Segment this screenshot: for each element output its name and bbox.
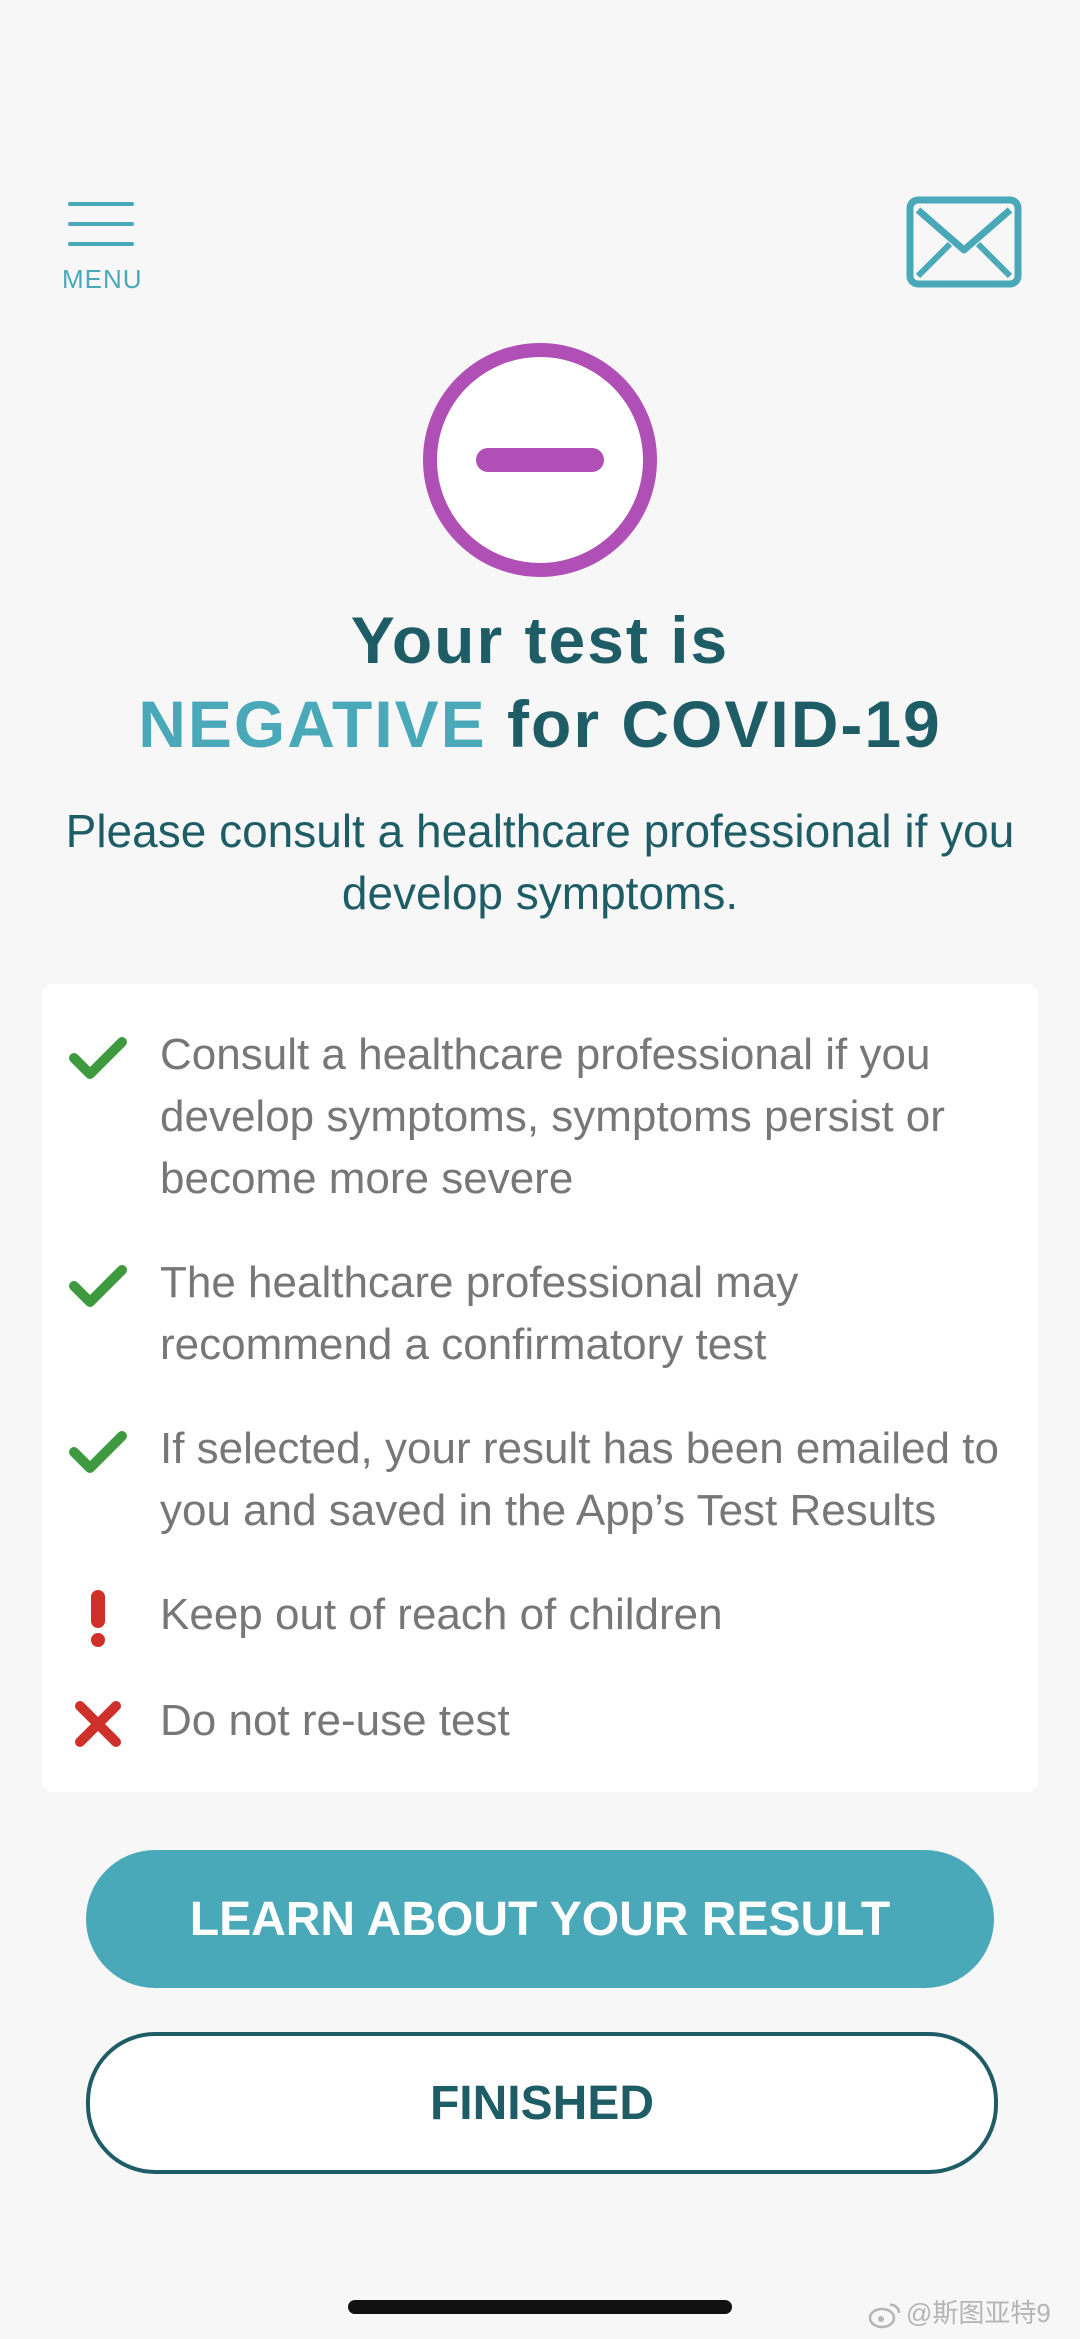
minus-circle-icon [423, 343, 657, 577]
headline-rest: for COVID-19 [486, 687, 942, 761]
learn-about-result-button[interactable]: LEARN ABOUT YOUR RESULT [86, 1850, 994, 1988]
check-icon [69, 1431, 127, 1473]
list-item-text: Keep out of reach of children [160, 1590, 723, 1639]
watermark-text: @斯图亚特9 [906, 2298, 1051, 2328]
list-item-text: If selected, your result has been emaile… [160, 1424, 999, 1535]
x-icon [75, 1701, 121, 1747]
list-item-text: Do not re-use test [160, 1696, 510, 1745]
check-icon [69, 1037, 127, 1079]
list-item: If selected, your result has been emaile… [42, 1418, 1038, 1542]
list-item: The healthcare professional may recommen… [42, 1252, 1038, 1376]
headline-line2: NEGATIVE for COVID-19 [40, 682, 1040, 766]
list-item: Consult a healthcare professional if you… [42, 1024, 1038, 1210]
list-item: Keep out of reach of children [42, 1584, 1038, 1648]
result-subtitle: Please consult a healthcare professional… [65, 805, 1015, 919]
exclamation-icon [91, 1590, 105, 1647]
hamburger-icon [68, 202, 134, 246]
result-word: NEGATIVE [138, 687, 487, 761]
headline-line1: Your test is [350, 603, 730, 677]
weibo-logo-icon [868, 2303, 901, 2329]
envelope-icon[interactable] [906, 196, 1022, 288]
menu-label: MENU [62, 264, 143, 294]
result-headline: Your test is NEGATIVE for COVID-19 [40, 598, 1040, 766]
watermark: @斯图亚特9 [868, 2296, 1078, 2330]
guidance-card[interactable]: Consult a healthcare professional if you… [42, 984, 1038, 1792]
list-item-text: Consult a healthcare professional if you… [160, 1030, 945, 1203]
list-item: Do not re-use test [42, 1690, 1038, 1754]
menu-button[interactable]: MENU [62, 200, 143, 295]
list-item-text: The healthcare professional may recommen… [160, 1258, 799, 1369]
finished-button[interactable]: FINISHED [86, 2032, 998, 2174]
check-icon [69, 1265, 127, 1307]
home-indicator[interactable] [348, 2300, 732, 2314]
